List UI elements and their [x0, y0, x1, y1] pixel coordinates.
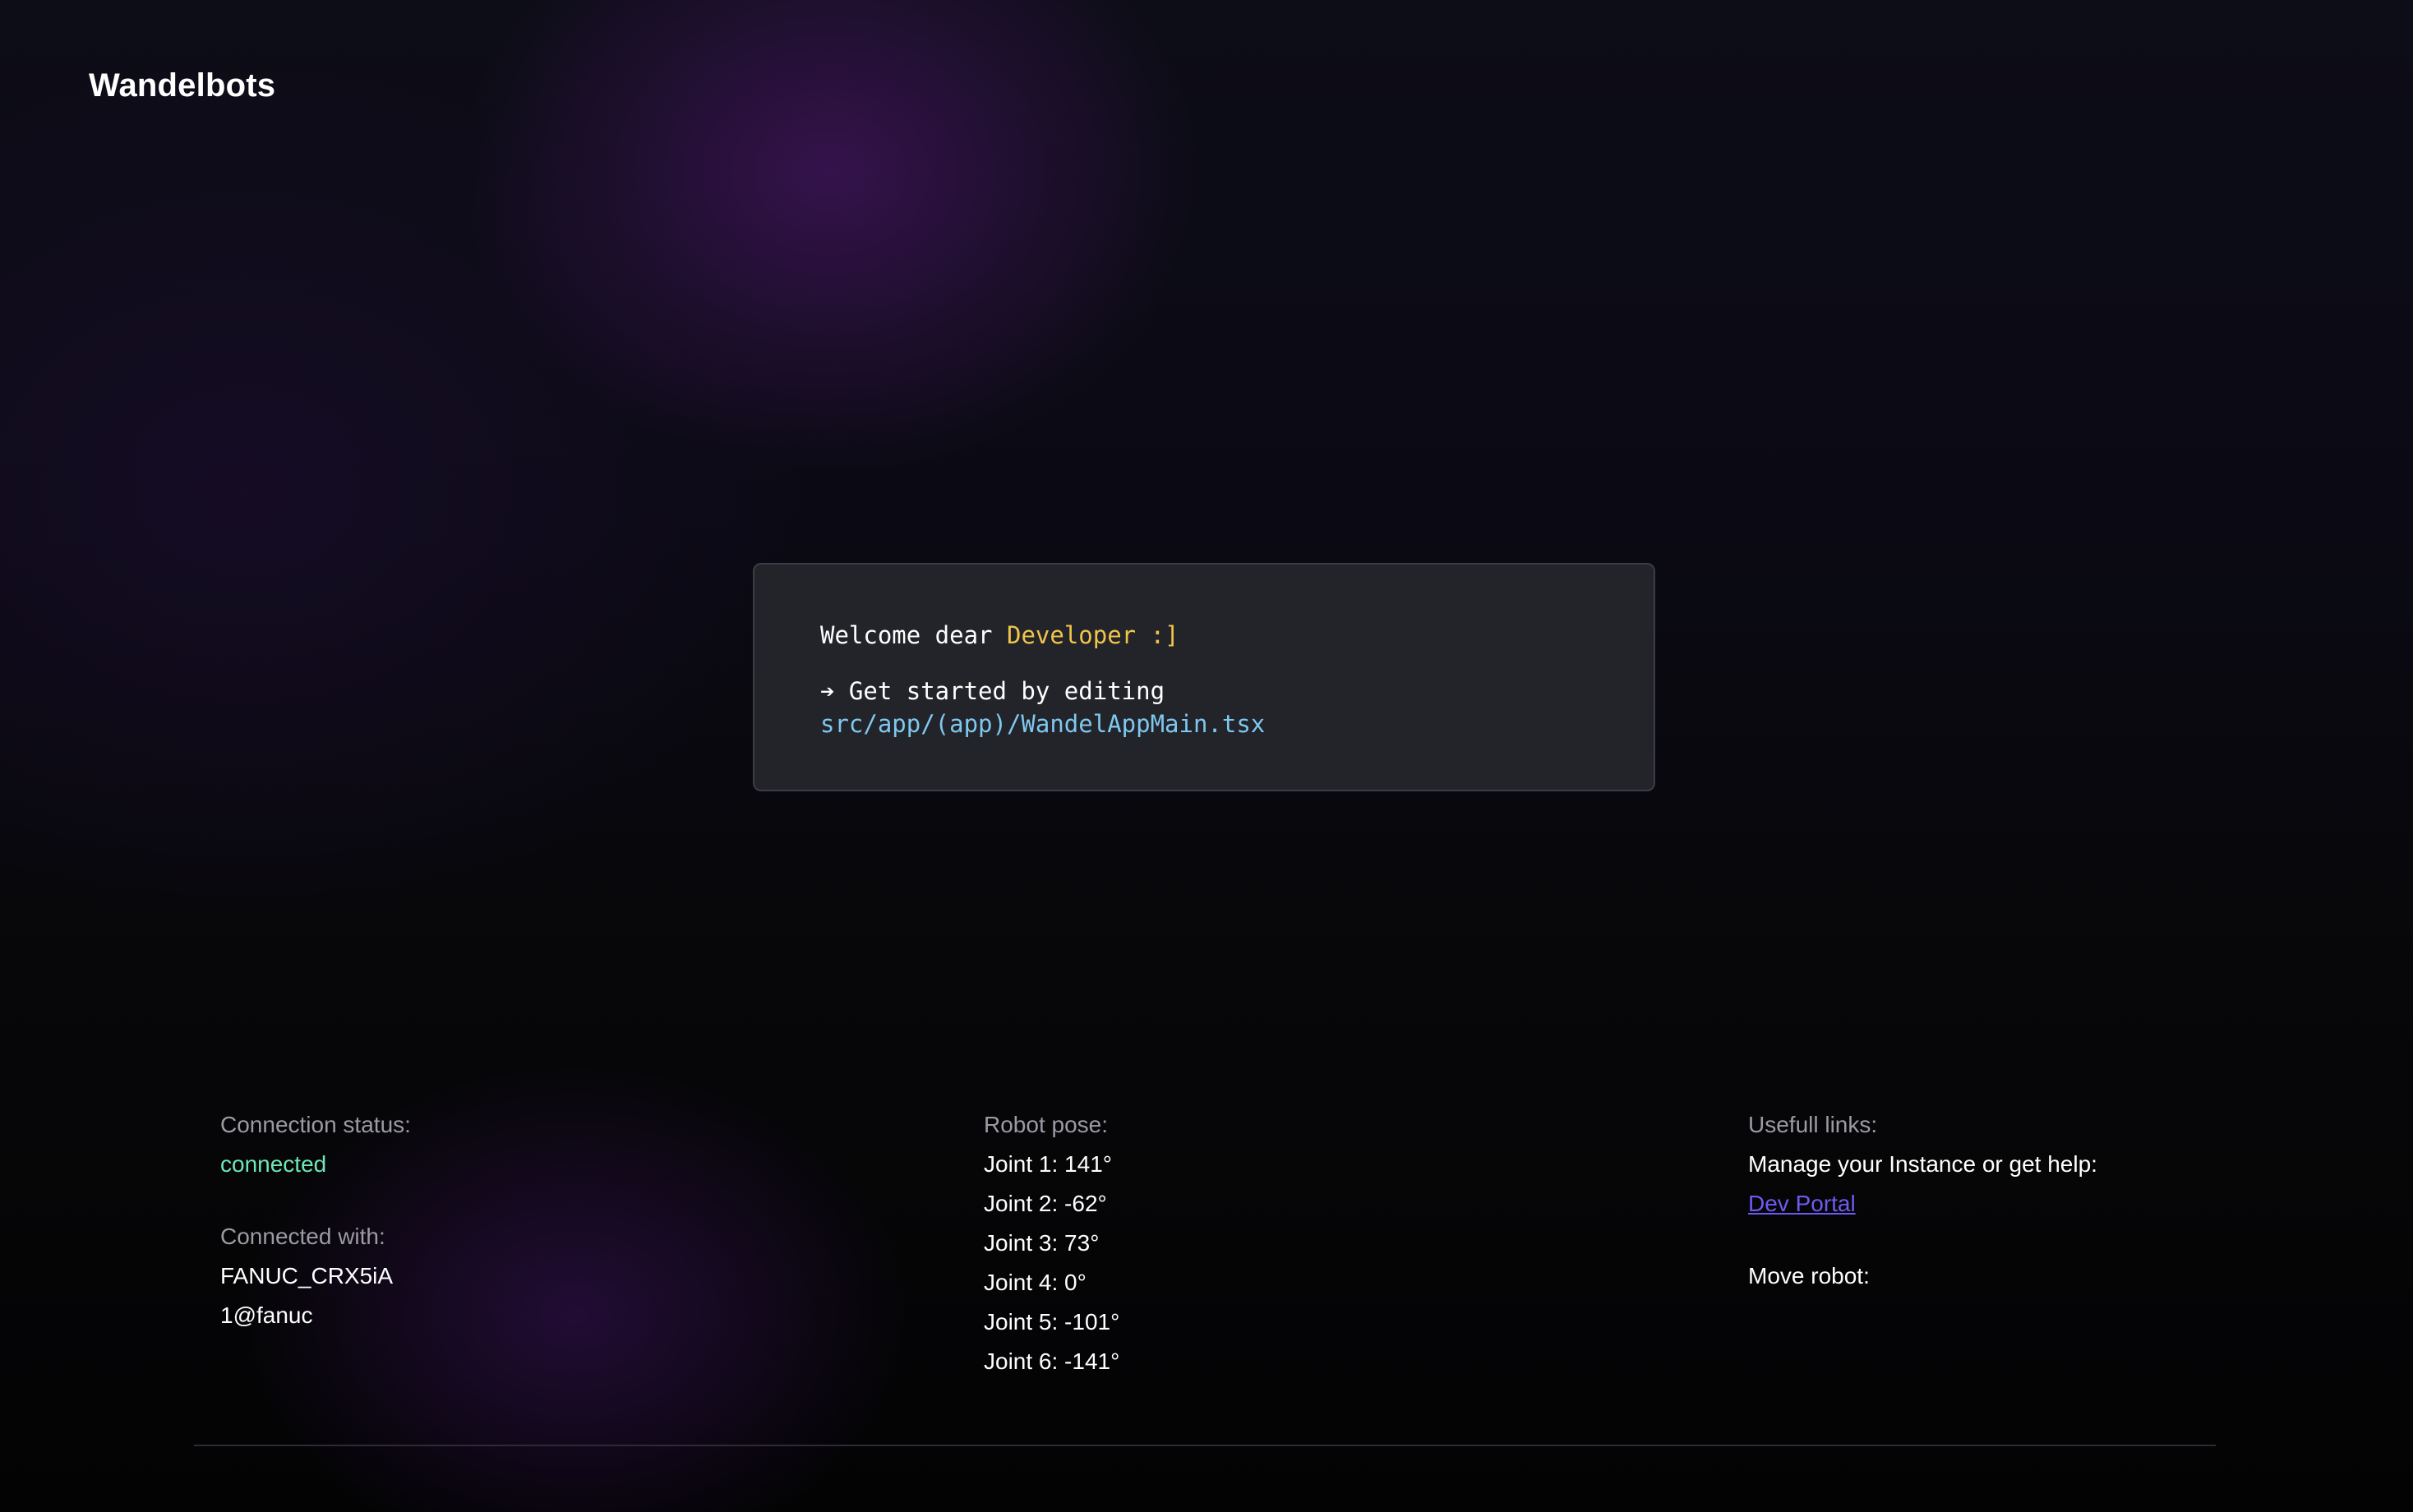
joint-4-value: Joint 4: 0°	[984, 1270, 1087, 1295]
move-robot-label: Move robot:	[1748, 1263, 1870, 1288]
welcome-greeting: Welcome dear Developer :]	[820, 619, 1654, 652]
get-started-instruction: ➔ Get started by editing	[820, 677, 1165, 705]
wandelbots-logo: Wandelbots	[89, 67, 276, 104]
dev-portal-link[interactable]: Dev Portal	[1748, 1191, 1856, 1216]
joint-1-value: Joint 1: 141°	[984, 1151, 1112, 1177]
robot-pose-label: Robot pose:	[984, 1112, 1108, 1137]
robot-pose-column: Robot pose: Joint 1: 141° Joint 2: -62° …	[984, 1105, 1559, 1381]
connection-status-value: connected	[220, 1151, 327, 1177]
welcome-card: Welcome dear Developer :] ➔ Get started …	[753, 563, 1655, 791]
connection-status-label: Connection status:	[220, 1112, 411, 1137]
connected-robot-controller: 1@fanuc	[220, 1302, 313, 1328]
useful-links-label: Usefull links:	[1748, 1112, 1878, 1137]
manage-instance-text: Manage your Instance or get help:	[1748, 1151, 2097, 1177]
joint-5-value: Joint 5: -101°	[984, 1309, 1120, 1335]
main-file-path: src/app/(app)/WandelAppMain.tsx	[820, 710, 1266, 738]
greeting-prefix: Welcome dear	[820, 621, 1007, 649]
connected-robot-name: FANUC_CRX5iA	[220, 1263, 394, 1288]
useful-links-column: Usefull links: Manage your Instance or g…	[1748, 1105, 2373, 1296]
joint-2-value: Joint 2: -62°	[984, 1191, 1107, 1216]
connected-with-label: Connected with:	[220, 1224, 385, 1249]
joint-3-value: Joint 3: 73°	[984, 1230, 1100, 1256]
connection-column: Connection status: connected Connected w…	[220, 1105, 796, 1335]
footer-divider	[194, 1445, 2216, 1446]
joint-6-value: Joint 6: -141°	[984, 1348, 1120, 1374]
greeting-name: Developer :]	[1006, 621, 1179, 649]
